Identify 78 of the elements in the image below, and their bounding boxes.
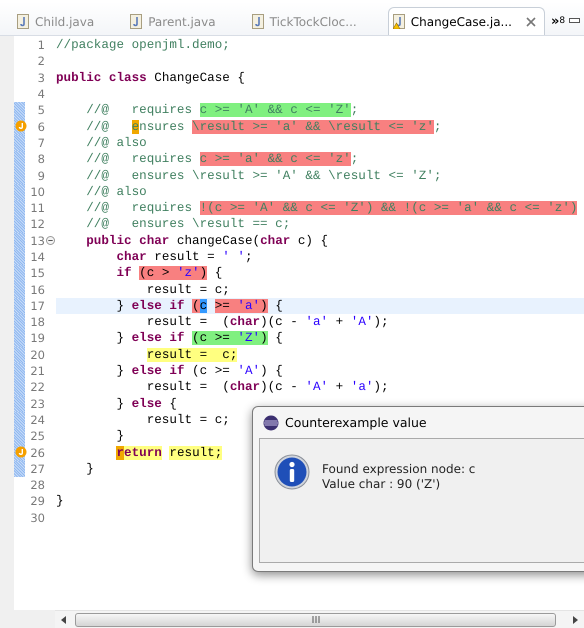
code-line: } else if (c >= 'Z') { xyxy=(115,331,283,346)
code-line: } xyxy=(56,494,64,508)
horizontal-scrollbar[interactable] xyxy=(55,610,584,628)
code-line: result = (char)(c - 'a' + 'A'); xyxy=(146,315,389,330)
code-line: } else if (c >= 'A') { xyxy=(115,364,283,378)
line-number: 10 xyxy=(29,184,45,199)
line-number: 9 xyxy=(36,168,45,183)
line-number: 7 xyxy=(36,136,45,150)
collapse-icon[interactable] xyxy=(46,236,55,246)
code-line: //@ requires !(c >= 'A' && c <= 'Z') && !(c >= 'a' && c <= 'z') xyxy=(85,201,578,216)
code-line: char result = ' '; xyxy=(115,250,253,264)
line-number: 5 xyxy=(36,103,45,118)
editor-tab[interactable]: Child.java xyxy=(12,7,104,35)
line-number: 15 xyxy=(29,266,45,280)
code-line: public char changeCase(char c) { xyxy=(85,234,328,248)
line-number: 2 xyxy=(36,54,45,68)
code-line: //@ requires c >= 'a' && c <= 'z'; xyxy=(85,152,358,166)
info-icon xyxy=(274,454,310,490)
code-line: //@ also xyxy=(85,184,147,199)
dialog-message: Value char : 90 ('Z') xyxy=(322,477,442,491)
dialog-title: Counterexample value xyxy=(285,415,427,430)
code-line: result = c; xyxy=(146,412,230,427)
line-number: 19 xyxy=(29,331,45,346)
code-line: //@ ensures \result >= 'a' && \result <= 'z'; xyxy=(85,120,442,134)
line-number: 11 xyxy=(29,201,45,216)
grip-icon xyxy=(312,616,320,623)
close-icon[interactable] xyxy=(526,16,536,26)
editor-tab[interactable]: ChangeCase.ja... xyxy=(388,7,545,35)
line-number: 25 xyxy=(29,429,45,444)
line-number: 27 xyxy=(29,462,45,476)
line-number: 29 xyxy=(29,494,45,508)
line-number: 26 xyxy=(29,446,45,460)
line-number: 28 xyxy=(29,478,45,492)
line-number: 1 xyxy=(36,38,45,52)
editor-tab[interactable]: Parent.java xyxy=(125,7,225,35)
dialog-message: Found expression node: c xyxy=(322,462,476,476)
line-number: 3 xyxy=(36,70,45,85)
code-line: } xyxy=(115,429,124,444)
code-line: //@ ensures \result == c; xyxy=(85,217,290,232)
code-line: result = (char)(c - 'A' + 'a'); xyxy=(146,380,389,394)
line-number: 20 xyxy=(29,348,45,362)
code-line: //@ requires c >= 'A' && c <= 'Z'; xyxy=(85,103,358,118)
warning-marker-icon[interactable] xyxy=(15,446,27,458)
scrollbar-thumb[interactable] xyxy=(75,612,556,626)
java-file-icon xyxy=(17,14,29,29)
java-file-icon xyxy=(252,14,264,29)
line-number: 21 xyxy=(29,364,45,378)
warning-marker-icon[interactable] xyxy=(15,120,27,132)
code-line: } else if (c >= 'a') { xyxy=(115,298,283,313)
line-number: 16 xyxy=(29,282,45,297)
line-number: 13 xyxy=(29,234,45,248)
line-number: 8 xyxy=(36,152,45,166)
app-logo-icon xyxy=(263,414,279,430)
code-line: } xyxy=(85,462,94,476)
line-number: 4 xyxy=(36,87,45,102)
code-line: //@ ensures \result >= 'A' && \result <= 'Z'; xyxy=(85,168,442,183)
line-number: 12 xyxy=(29,217,45,232)
line-number: 23 xyxy=(29,396,45,411)
code-line: return result; xyxy=(115,446,222,460)
line-number: 30 xyxy=(29,510,45,525)
code-line: } else { xyxy=(115,396,177,411)
java-file-warning-icon xyxy=(392,14,405,29)
java-file-icon xyxy=(130,14,142,29)
scroll-left-icon[interactable] xyxy=(61,616,67,624)
line-number: 6 xyxy=(36,120,45,134)
code-line: result = c; xyxy=(146,282,230,297)
line-number: 18 xyxy=(29,315,45,330)
code-line: //package openjml.demo; xyxy=(56,38,230,52)
line-number: 22 xyxy=(29,380,45,394)
scroll-right-icon[interactable] xyxy=(572,616,578,624)
code-line: public class ChangeCase { xyxy=(56,70,245,85)
code-line: //@ also xyxy=(85,136,147,150)
editor-tab[interactable]: TickTockCloc... xyxy=(246,7,366,35)
line-number: 14 xyxy=(29,250,45,264)
line-number: 17 xyxy=(29,298,45,313)
code-line: if (c > 'z') { xyxy=(115,266,222,280)
minimize-icon[interactable] xyxy=(569,18,580,24)
line-number: 24 xyxy=(29,412,45,427)
